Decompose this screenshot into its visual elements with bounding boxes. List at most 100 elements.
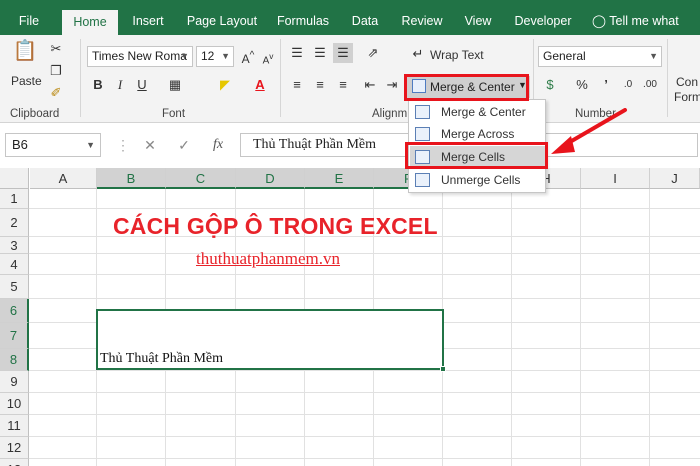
- column-header-b[interactable]: B: [97, 168, 166, 189]
- cut-icon[interactable]: ✂: [46, 39, 66, 59]
- row-header-4[interactable]: 4: [0, 254, 29, 275]
- column-header-j[interactable]: J: [650, 168, 700, 189]
- column-gridline: [580, 189, 581, 466]
- insert-function-icon[interactable]: fx: [208, 135, 228, 155]
- align-left-icon[interactable]: ≡: [287, 75, 307, 95]
- tab-view[interactable]: View: [458, 8, 498, 35]
- tab-page-layout[interactable]: Page Layout: [182, 8, 262, 35]
- align-middle-icon[interactable]: ☰: [310, 43, 330, 63]
- font-size-select[interactable]: 12 ▼: [196, 46, 234, 67]
- bold-icon[interactable]: B: [88, 75, 108, 95]
- fill-handle[interactable]: [440, 366, 446, 372]
- ribbon-tab-bar: File Home Insert Page Layout Formulas Da…: [0, 0, 700, 55]
- row-header-3[interactable]: 3: [0, 237, 29, 254]
- wrap-text-button[interactable]: Wrap Text: [430, 48, 484, 62]
- row-gridline: [29, 298, 700, 299]
- row-gridline: [29, 208, 700, 209]
- copy-icon[interactable]: ❐: [46, 61, 66, 81]
- row-header-10[interactable]: 10: [0, 393, 29, 415]
- align-bottom-icon[interactable]: ☰: [333, 43, 353, 63]
- decrease-indent-icon[interactable]: ⇤: [360, 75, 380, 95]
- enter-icon[interactable]: ✓: [174, 135, 194, 155]
- column-header-c[interactable]: C: [166, 168, 236, 189]
- alignment-group-label: Alignm: [372, 108, 408, 120]
- orientation-icon[interactable]: ⇗: [363, 43, 383, 63]
- comma-icon[interactable]: ’: [596, 75, 616, 95]
- merge-center-icon: [415, 105, 430, 119]
- row-header-2[interactable]: 2: [0, 209, 29, 237]
- align-center-icon[interactable]: ≡: [310, 75, 330, 95]
- clipboard-group-label: Clipboard: [10, 108, 60, 120]
- tab-insert[interactable]: Insert: [124, 8, 172, 35]
- name-box[interactable]: B6 ▼: [5, 133, 101, 157]
- number-format-select[interactable]: General ▼: [538, 46, 662, 67]
- merge-across-icon: [415, 127, 430, 141]
- row-header-8[interactable]: 8: [0, 349, 29, 371]
- merged-cell-value: Thủ Thuật Phần Mềm: [100, 351, 224, 366]
- row-header-7[interactable]: 7: [0, 323, 29, 349]
- font-color-icon[interactable]: A: [250, 75, 270, 95]
- currency-icon[interactable]: $: [540, 75, 560, 95]
- shrink-font-icon[interactable]: Av: [258, 46, 278, 66]
- column-header-a[interactable]: A: [30, 168, 97, 189]
- tell-me-box[interactable]: ◯ Tell me what you: [592, 8, 700, 55]
- fill-color-icon[interactable]: ◤: [215, 75, 235, 95]
- site-link[interactable]: thuthuatphanmem.vn: [196, 249, 340, 269]
- row-header-6[interactable]: 6: [0, 299, 29, 323]
- row-header-9[interactable]: 9: [0, 371, 29, 393]
- underline-icon[interactable]: U: [132, 75, 152, 95]
- chevron-down-icon: ▼: [86, 140, 95, 150]
- decrease-decimal-icon[interactable]: .00: [640, 75, 660, 95]
- unmerge-cells-icon: [415, 173, 430, 187]
- group-divider: [280, 39, 281, 117]
- cancel-icon[interactable]: ✕: [140, 135, 160, 155]
- conditional-formatting-button[interactable]: Con: [676, 75, 698, 89]
- group-divider: [667, 39, 668, 117]
- tab-data[interactable]: Data: [344, 8, 386, 35]
- wrap-text-icon[interactable]: ↵: [408, 44, 428, 64]
- tab-file[interactable]: File: [10, 8, 48, 35]
- font-size-value: 12: [201, 49, 215, 63]
- format-painter-icon[interactable]: ✐: [46, 83, 66, 103]
- italic-icon[interactable]: I: [110, 75, 130, 95]
- grow-font-icon[interactable]: A^: [238, 46, 258, 66]
- row-header-5[interactable]: 5: [0, 275, 29, 299]
- select-all-corner[interactable]: [0, 168, 29, 189]
- row-gridline: [29, 253, 700, 254]
- row-header-12[interactable]: 12: [0, 437, 29, 459]
- increase-decimal-icon[interactable]: .0: [618, 75, 638, 95]
- menu-item-label: Merge & Center: [441, 105, 526, 119]
- row-gridline: [29, 414, 700, 415]
- tab-developer[interactable]: Developer: [508, 8, 578, 35]
- paste-button[interactable]: Paste: [11, 74, 42, 88]
- number-format-value: General: [543, 49, 586, 63]
- highlight-box-merge-center: [404, 74, 529, 101]
- column-header-d[interactable]: D: [236, 168, 305, 189]
- conditional-formatting-label: Form: [674, 90, 700, 104]
- group-divider: [80, 39, 81, 117]
- row-header-1[interactable]: 1: [0, 189, 29, 209]
- borders-icon[interactable]: ▦: [165, 75, 185, 95]
- tab-formulas[interactable]: Formulas: [272, 8, 334, 35]
- tab-review[interactable]: Review: [396, 8, 448, 35]
- align-top-icon[interactable]: ☰: [287, 43, 307, 63]
- column-header-i[interactable]: I: [581, 168, 650, 189]
- sheet-title[interactable]: CÁCH GỘP Ô TRONG EXCEL: [113, 213, 438, 240]
- column-gridline: [649, 189, 650, 466]
- column-gridline: [511, 189, 512, 466]
- chevron-down-icon: ▼: [221, 51, 230, 61]
- align-right-icon[interactable]: ≡: [333, 75, 353, 95]
- tab-home[interactable]: Home: [62, 10, 118, 35]
- row-header-11[interactable]: 11: [0, 415, 29, 437]
- column-header-e[interactable]: E: [305, 168, 374, 189]
- chevron-down-icon: ▼: [649, 51, 658, 61]
- row-header-13[interactable]: 13: [0, 459, 29, 466]
- font-group-label: Font: [162, 108, 186, 120]
- paste-icon[interactable]: 📋: [12, 41, 38, 67]
- increase-indent-icon[interactable]: ⇥: [382, 75, 402, 95]
- menu-item-unmerge-cells[interactable]: Unmerge Cells: [410, 169, 545, 191]
- more-options-icon: ⋮: [116, 137, 130, 153]
- font-name-select[interactable]: Times New Roma ▼: [87, 46, 193, 67]
- menu-item-merge-center[interactable]: Merge & Center: [410, 101, 545, 123]
- percent-icon[interactable]: %: [572, 75, 592, 95]
